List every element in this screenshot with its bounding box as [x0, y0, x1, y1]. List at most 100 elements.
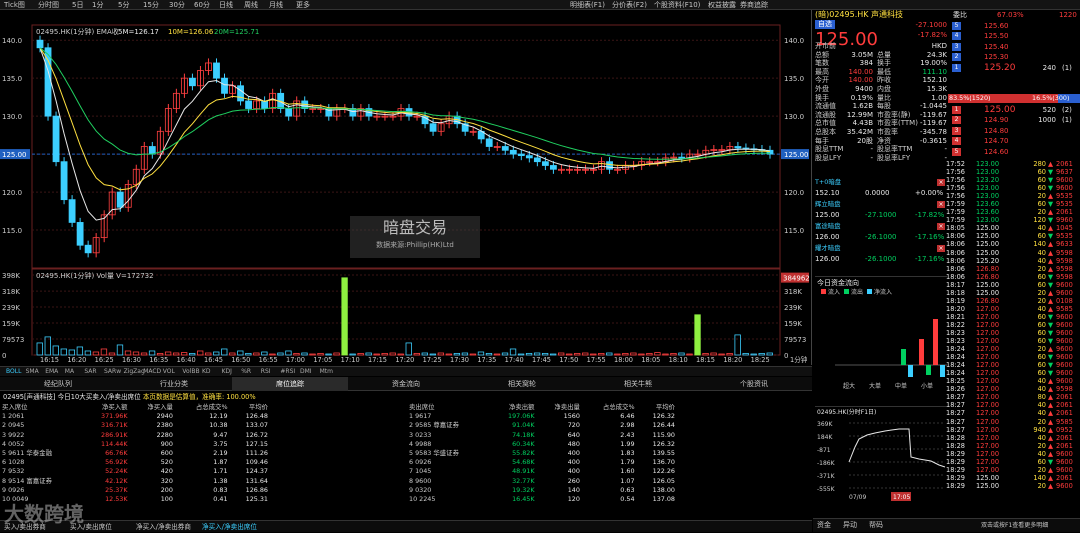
- indicator-tab[interactable]: KDJ: [222, 367, 232, 377]
- detail-tab[interactable]: 个股资讯: [696, 377, 812, 391]
- indicator-tab[interactable]: ZigZag: [124, 367, 145, 377]
- tick-row[interactable]: 18:05 125.00 40 ▲ 1045: [946, 224, 1080, 232]
- dark-pool-close-icon[interactable]: ×: [937, 223, 945, 230]
- tick-row[interactable]: 18:24 127.00 60 ▼ 9600: [946, 353, 1080, 361]
- tick-row[interactable]: 18:06 126.80 60 ▼ 9598: [946, 273, 1080, 281]
- tick-row[interactable]: 18:29 127.00 60 ▼ 9600: [946, 458, 1080, 466]
- dark-pool-close-icon[interactable]: ×: [937, 201, 945, 208]
- table-row[interactable]: 8 9514 富嘉证券 42.12K 320 1.38 131.64: [0, 477, 270, 486]
- price-volume-chart-svg[interactable]: 140.0 140.0 135.0 135.0 130.0 130.0 125.00 125.…: [0, 10, 811, 365]
- topbar-right-tab[interactable]: 券商追踪: [740, 0, 768, 10]
- topbar-tab[interactable]: 日线: [219, 0, 233, 10]
- detail-tab[interactable]: 席位追踪: [232, 377, 348, 391]
- detail-tab[interactable]: 资金流向: [348, 377, 464, 391]
- detail-tab[interactable]: 行业分类: [116, 377, 232, 391]
- broker-tab[interactable]: 净买入/净卖出券商: [136, 521, 191, 533]
- indicator-tab[interactable]: %R: [241, 367, 251, 377]
- tick-row[interactable]: 18:24 127.00 60 ▼ 9600: [946, 369, 1080, 377]
- tick-row[interactable]: 18:24 127.00 20 ▲ 9600: [946, 345, 1080, 353]
- tick-row[interactable]: 17:56 123.00 60 ▼ 9600: [946, 184, 1080, 192]
- tick-row[interactable]: 18:29 127.00 20 ▲ 9600: [946, 466, 1080, 474]
- table-row[interactable]: 6 0926 54.68K 400 1.79 136.70: [407, 458, 677, 467]
- tick-row[interactable]: 18:06 126.80 20 ▲ 9598: [946, 265, 1080, 273]
- tick-row[interactable]: 18:06 125.00 60 ▼ 9535: [946, 232, 1080, 240]
- table-row[interactable]: 9 0320 19.32K 140 0.63 138.00: [407, 486, 677, 495]
- table-row[interactable]: 10 2245 16.45K 120 0.54 137.08: [407, 495, 677, 504]
- tick-row[interactable]: 17:56 123.00 20 ▲ 9535: [946, 192, 1080, 200]
- indicator-tab[interactable]: KD: [202, 367, 211, 377]
- dark-pool-name[interactable]: 辉立暗盘: [815, 200, 841, 209]
- tick-row[interactable]: 18:27 127.00 940 ▲ 0952: [946, 426, 1080, 434]
- tick-row[interactable]: 18:06 125.00 40 ▲ 9598: [946, 249, 1080, 257]
- indicator-tab[interactable]: SMA: [26, 367, 39, 377]
- tick-row[interactable]: 17:52 123.00 280 ▲ 2061: [946, 160, 1080, 168]
- indicator-tab[interactable]: SARw: [104, 367, 121, 377]
- tick-row[interactable]: 18:27 127.00 40 ▲ 2061: [946, 409, 1080, 417]
- indicator-tab[interactable]: EMA: [45, 367, 58, 377]
- topbar-right-tab[interactable]: 个股资料(F10): [654, 0, 700, 10]
- tab-unusual[interactable]: 异动: [843, 521, 857, 530]
- tab-capital[interactable]: 资金: [817, 521, 831, 530]
- tick-row[interactable]: 18:06 125.00 140 ▲ 9633: [946, 240, 1080, 248]
- table-row[interactable]: 7 9532 52.24K 420 1.71 124.37: [0, 467, 270, 476]
- tick-row[interactable]: 18:21 127.00 60 ▼ 9600: [946, 313, 1080, 321]
- table-row[interactable]: 2 9585 尊嘉证券 91.04K 720 2.98 126.44: [407, 421, 677, 430]
- indicator-tab[interactable]: #RSI: [280, 367, 295, 377]
- tick-row[interactable]: 18:28 127.00 20 ▲ 2061: [946, 442, 1080, 450]
- detail-tab[interactable]: 经纪队列: [0, 377, 116, 391]
- indicator-tab[interactable]: DMI: [300, 367, 312, 377]
- detail-tab[interactable]: 相关窝轮: [464, 377, 580, 391]
- indicator-tab[interactable]: VOL: [163, 367, 175, 377]
- topbar-tab[interactable]: 5分: [118, 0, 129, 10]
- topbar-right-tab[interactable]: 权益披露: [708, 0, 736, 10]
- dark-pool-name[interactable]: 富途暗盘: [815, 222, 841, 231]
- table-row[interactable]: 1 2061 371.96K 2940 12.19 126.48: [0, 412, 270, 421]
- dark-pool-name[interactable]: 耀才暗盘: [815, 244, 841, 253]
- table-row[interactable]: 4 9988 60.34K 480 1.99 126.32: [407, 440, 677, 449]
- tick-row[interactable]: 18:23 127.00 60 ▼ 9600: [946, 337, 1080, 345]
- indicator-tab[interactable]: SAR: [84, 367, 96, 377]
- table-row[interactable]: 3 0233 74.18K 640 2.43 115.90: [407, 431, 677, 440]
- tick-row[interactable]: 18:20 127.00 40 ▲ 9585: [946, 305, 1080, 313]
- watchlist-button[interactable]: 自选: [815, 20, 835, 29]
- tick-row[interactable]: 17:59 123.60 20 ▲ 2061: [946, 208, 1080, 216]
- topbar-tab[interactable]: 5日: [72, 0, 83, 10]
- table-row[interactable]: 5 9611 华泰金融 66.76K 600 2.19 111.26: [0, 449, 270, 458]
- tick-row[interactable]: 17:56 123.20 60 ▼ 9600: [946, 176, 1080, 184]
- table-row[interactable]: 6 1028 56.92K 520 1.87 109.46: [0, 458, 270, 467]
- tick-row[interactable]: 18:22 127.00 60 ▼ 9600: [946, 321, 1080, 329]
- table-row[interactable]: 8 9600 32.77K 260 1.07 126.05: [407, 477, 677, 486]
- detail-tab[interactable]: 相关牛熊: [580, 377, 696, 391]
- topbar-tab[interactable]: 分时图: [38, 0, 59, 10]
- table-row[interactable]: 5 9583 华盛证券 55.82K 400 1.83 139.55: [407, 449, 677, 458]
- tab-code[interactable]: 帮码: [869, 521, 883, 530]
- topbar-tab[interactable]: 15分: [143, 0, 159, 10]
- table-row[interactable]: 3 9922 286.91K 2280 9.47 126.72: [0, 431, 270, 440]
- indicator-tab[interactable]: VolBB: [182, 367, 199, 377]
- dark-pool-name[interactable]: T+0暗盘: [815, 178, 841, 187]
- indicator-tab[interactable]: RSI: [261, 367, 271, 377]
- indicator-tab[interactable]: MA: [65, 367, 74, 377]
- dark-pool-close-icon[interactable]: ×: [937, 245, 945, 252]
- tick-row[interactable]: 18:19 126.80 20 ▲ 0108: [946, 297, 1080, 305]
- tick-row[interactable]: 17:56 123.00 60 ▼ 9637: [946, 168, 1080, 176]
- dark-pool-close-icon[interactable]: ×: [937, 179, 945, 186]
- table-row[interactable]: 9 0926 25.37K 200 0.83 126.86: [0, 486, 270, 495]
- tick-row[interactable]: 18:18 125.00 20 ▲ 9600: [946, 289, 1080, 297]
- tick-row[interactable]: 18:25 127.00 40 ▲ 9600: [946, 377, 1080, 385]
- tick-row[interactable]: 18:29 125.00 20 ▲ 9600: [946, 482, 1080, 490]
- tick-row[interactable]: 18:27 127.00 40 ▲ 2061: [946, 401, 1080, 409]
- kline-chart-area[interactable]: 140.0 140.0 135.0 135.0 130.0 130.0 125.00 125.…: [0, 10, 812, 365]
- tick-row[interactable]: 18:26 127.00 40 ▲ 9598: [946, 385, 1080, 393]
- indicator-tab[interactable]: BOLL: [6, 367, 21, 377]
- topbar-tab[interactable]: 月线: [269, 0, 283, 10]
- tick-row[interactable]: 18:27 127.00 20 ▲ 9585: [946, 418, 1080, 426]
- topbar-right-tab[interactable]: 分价表(F2): [612, 0, 647, 10]
- table-row[interactable]: 7 1045 48.91K 400 1.60 122.26: [407, 467, 677, 476]
- topbar-tab[interactable]: 60分: [194, 0, 210, 10]
- tick-row[interactable]: 18:29 125.00 140 ▲ 2061: [946, 474, 1080, 482]
- topbar-tab[interactable]: 30分: [169, 0, 185, 10]
- indicator-tab[interactable]: MACD: [143, 367, 161, 377]
- tick-row[interactable]: 17:59 123.00 120 ▼ 9960: [946, 216, 1080, 224]
- tick-row[interactable]: 18:06 125.20 40 ▲ 9598: [946, 257, 1080, 265]
